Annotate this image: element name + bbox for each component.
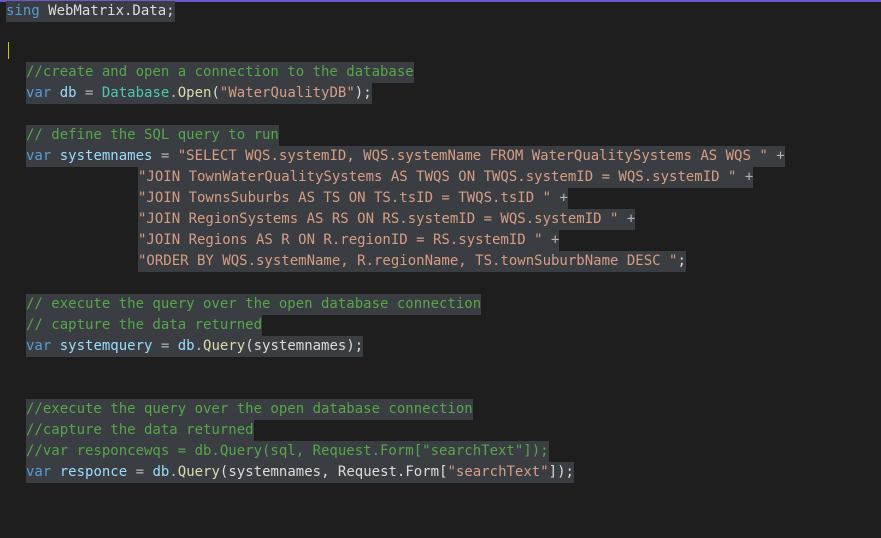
code-line-comment[interactable]: // execute the query over the open datab…: [26, 294, 482, 315]
operator: .: [169, 85, 178, 101]
punctuation: ;: [677, 253, 686, 269]
string-literal: "JOIN TownWaterQualitySystems AS TWQS ON…: [138, 169, 737, 185]
class-name: Database: [93, 85, 170, 101]
code-editor[interactable]: sing WebMatrix.Data; //create and open a…: [0, 0, 881, 538]
variable-name: db: [51, 85, 86, 101]
code-line-comment[interactable]: // capture the data returned: [26, 315, 263, 336]
string-literal: "JOIN RegionSystems AS RS ON RS.systemID…: [138, 211, 619, 227]
string-literal: "WaterQualityDB": [219, 85, 355, 101]
operator: .: [169, 464, 178, 480]
code-line-sql-join[interactable]: "JOIN Regions AS R ON R.regionID = RS.sy…: [138, 230, 560, 251]
code-line-using[interactable]: sing WebMatrix.Data;: [6, 1, 175, 22]
variable-name: systemnames: [51, 148, 161, 164]
string-literal: "SELECT WQS.systemID, WQS.systemName FRO…: [169, 148, 768, 164]
code-line-responce[interactable]: var responce = db.Query(systemnames, Req…: [26, 462, 574, 483]
comment-text: // execute the query over the open datab…: [26, 296, 482, 312]
operator: .: [194, 338, 204, 354]
punctuation: );: [354, 85, 372, 101]
comment-text: //capture the data returned: [26, 422, 254, 438]
code-line-comment[interactable]: //create and open a connection to the da…: [26, 62, 414, 83]
code-line-comment[interactable]: //var responcewqs = db.Query(sql, Reques…: [26, 441, 549, 462]
string-literal: "ORDER BY WQS.systemName, R.regionName, …: [138, 253, 678, 269]
comment-text: //create and open a connection to the da…: [26, 64, 414, 80]
code-line-db-open[interactable]: var db = Database.Open("WaterQualityDB")…: [26, 83, 372, 104]
method-name: Query: [177, 464, 220, 480]
method-name: Query: [203, 338, 246, 354]
operator: =: [135, 464, 145, 480]
operator: +: [736, 169, 754, 185]
variable-name: systemquery: [51, 338, 161, 354]
variable-name: responce: [51, 464, 136, 480]
comment-text: // capture the data returned: [26, 317, 263, 333]
comment-text: //execute the query over the open databa…: [26, 401, 473, 417]
operator: +: [551, 190, 568, 206]
arguments: (systemnames);: [245, 338, 364, 354]
object-name: db: [144, 464, 170, 480]
method-name: Open: [177, 85, 212, 101]
text-caret: [8, 42, 9, 59]
namespace-text: WebMatrix.Data;: [39, 3, 175, 19]
code-line-comment[interactable]: //capture the data returned: [26, 420, 254, 441]
arguments: (systemnames, Request.Form[: [219, 464, 448, 480]
string-literal: "JOIN Regions AS R ON R.regionID = RS.sy…: [138, 232, 543, 248]
keyword: var: [26, 464, 52, 480]
object-name: db: [169, 338, 195, 354]
keyword: var: [26, 338, 52, 354]
comment-text: //var responcewqs = db.Query(sql, Reques…: [26, 443, 549, 459]
code-line-systemnames[interactable]: var systemnames = "SELECT WQS.systemID, …: [26, 146, 785, 167]
keyword: var: [26, 85, 52, 101]
code-line-sql-order[interactable]: "ORDER BY WQS.systemName, R.regionName, …: [138, 251, 686, 272]
operator: +: [542, 232, 560, 248]
code-line-comment[interactable]: //execute the query over the open databa…: [26, 399, 473, 420]
operator: +: [767, 148, 785, 164]
string-literal: "searchText": [447, 464, 549, 480]
operator: +: [618, 211, 636, 227]
string-literal: "JOIN TownsSuburbs AS TS ON TS.tsID = TW…: [138, 190, 552, 206]
punctuation: ]);: [548, 464, 574, 480]
code-line-sql-join[interactable]: "JOIN RegionSystems AS RS ON RS.systemID…: [138, 209, 636, 230]
code-line-sql-join[interactable]: "JOIN TownWaterQualitySystems AS TWQS ON…: [138, 167, 754, 188]
punctuation: (: [211, 85, 220, 101]
code-line-systemquery[interactable]: var systemquery = db.Query(systemnames);: [26, 336, 364, 357]
code-line-sql-join[interactable]: "JOIN TownsSuburbs AS TS ON TS.tsID = TW…: [138, 188, 568, 209]
comment-text: // define the SQL query to run: [26, 127, 279, 143]
keyword: sing: [6, 3, 40, 19]
code-line-comment[interactable]: // define the SQL query to run: [26, 125, 279, 146]
keyword: var: [26, 148, 52, 164]
